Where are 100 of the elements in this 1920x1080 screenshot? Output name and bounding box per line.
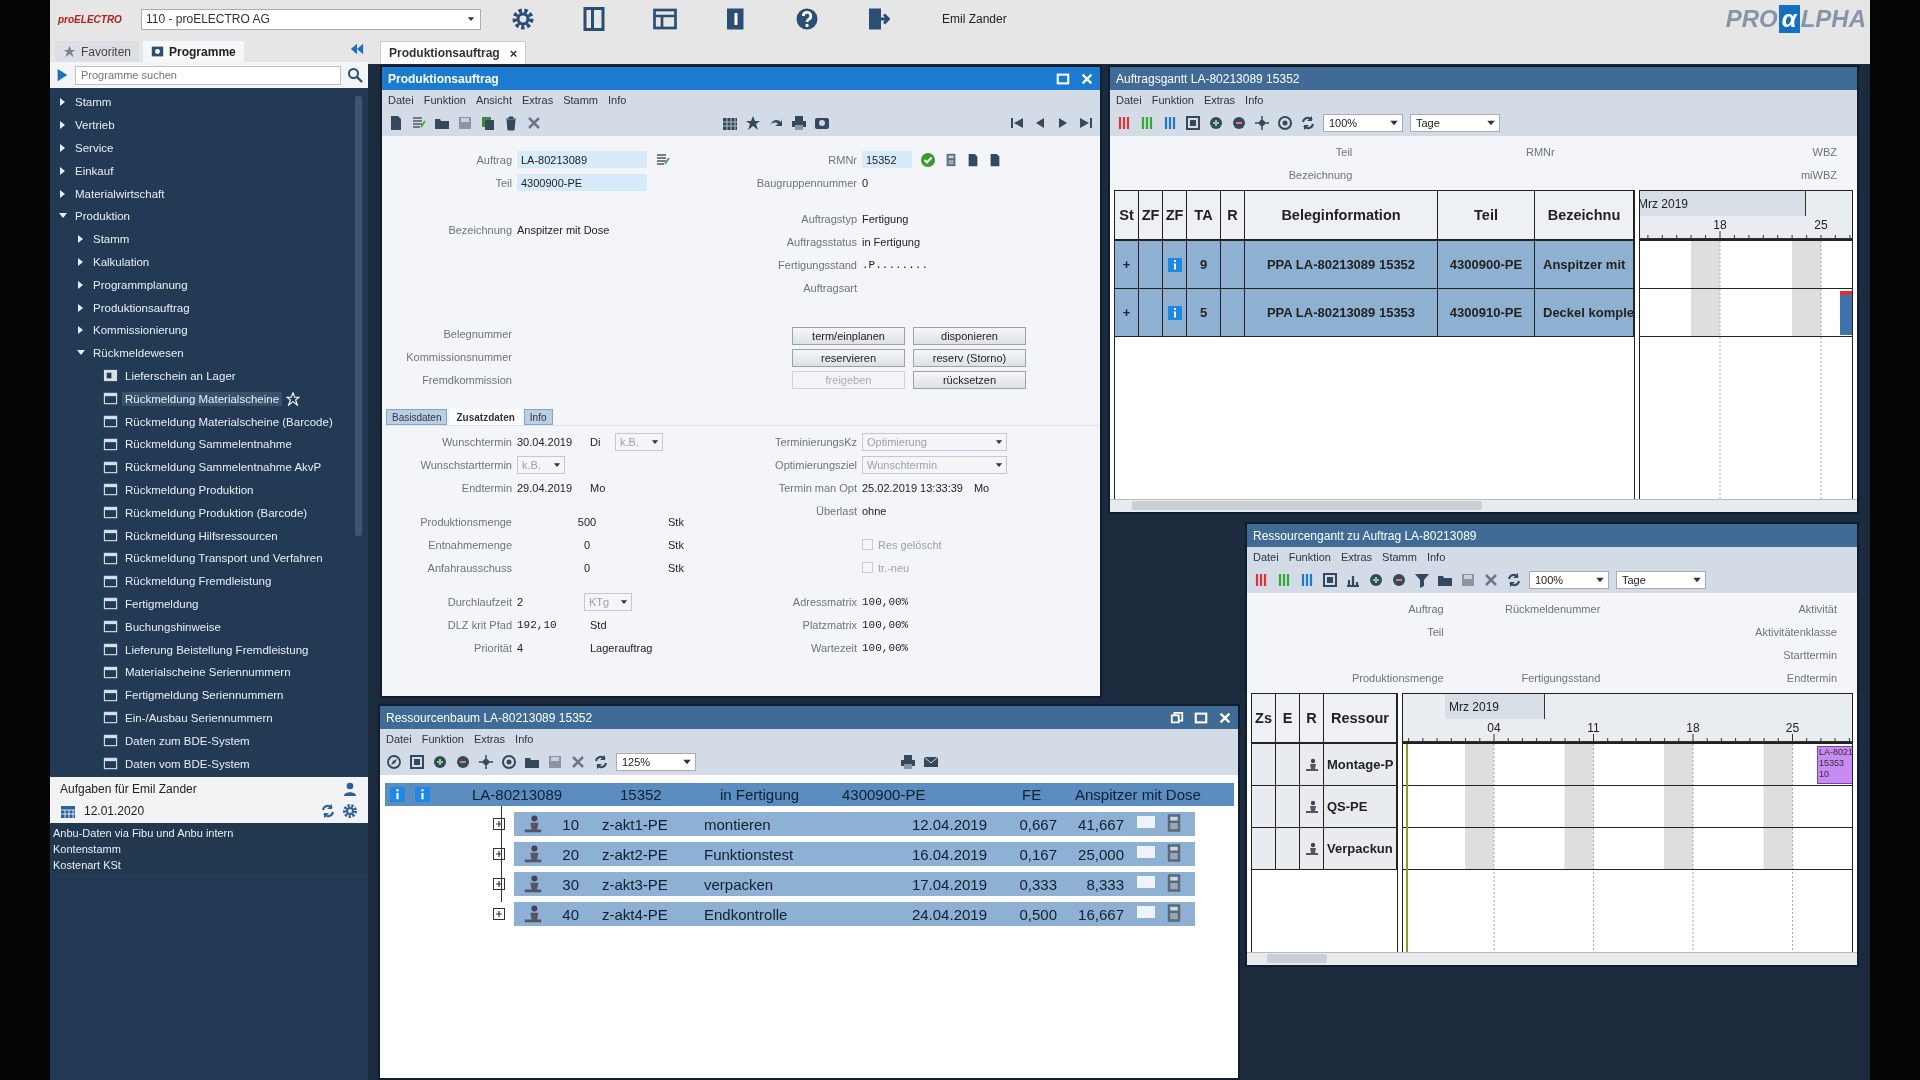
column-header[interactable]: Zs [1252, 694, 1276, 744]
tree-item[interactable]: Service [72, 141, 117, 155]
cancel-icon[interactable] [570, 753, 586, 770]
tree-item[interactable]: Rückmeldung Materialscheine (Barcode) [122, 414, 336, 429]
maximize-icon[interactable] [1056, 71, 1070, 86]
tree-item[interactable]: Rückmeldung Sammelentnahme AkvP [122, 460, 325, 475]
settings-icon[interactable] [511, 7, 535, 31]
action-button[interactable]: reserv (Storno) [913, 349, 1026, 367]
tree-item[interactable]: Daten vom BDE-System [122, 756, 253, 771]
tree-item[interactable]: Stamm [90, 232, 133, 247]
tree-item[interactable]: Programmplanung [90, 277, 191, 292]
company-dropdown[interactable]: 110 - proELECTRO AG [141, 8, 481, 30]
column-header[interactable]: E [1276, 694, 1300, 744]
tree-item[interactable]: Kalkulation [90, 254, 153, 269]
menu-item[interactable]: Datei [388, 93, 414, 106]
input-field[interactable]: 4300900-PE [517, 174, 647, 191]
sidebar-tab[interactable]: Favoriten [55, 41, 140, 62]
tree-row[interactable]: 30 z-akt3-PE verpacken 17.04.2019 0,333 8,333 [514, 872, 1195, 896]
menu-item[interactable]: Extras [521, 93, 554, 106]
tree-item[interactable]: Rückmeldung Transport und Verfahren [122, 551, 326, 566]
tree-item[interactable]: Stamm [72, 95, 115, 110]
print-icon[interactable] [790, 114, 807, 131]
expand-toggle[interactable] [492, 847, 506, 861]
zoom-dropdown[interactable]: 125% [616, 752, 696, 771]
delete-icon[interactable] [503, 114, 519, 131]
bars-icon[interactable] [1253, 571, 1269, 588]
close-tab-icon[interactable]: × [509, 45, 518, 61]
zoom-in-icon[interactable] [1368, 571, 1384, 588]
navigate-icon[interactable] [386, 753, 402, 770]
column-header[interactable]: R [1221, 191, 1245, 241]
close-icon[interactable] [1218, 710, 1232, 725]
menu-item[interactable]: Extras [1340, 550, 1373, 563]
close-icon[interactable] [1080, 71, 1094, 86]
scrollbar[interactable] [1247, 952, 1857, 965]
list-edit-icon[interactable] [411, 114, 427, 131]
maximize-icon[interactable] [1194, 710, 1208, 725]
search-field[interactable]: Programme suchen [75, 65, 341, 85]
tree-item[interactable]: Buchungshinweise [122, 619, 224, 634]
expand-icon[interactable] [478, 753, 494, 770]
menu-item[interactable]: Datei [386, 732, 412, 745]
tab[interactable]: Zusatzdaten [450, 409, 521, 425]
list-edit-icon[interactable] [655, 151, 671, 168]
tab[interactable]: Basisdaten [386, 409, 448, 425]
collapse-icon[interactable] [1277, 114, 1293, 131]
info-icon[interactable] [414, 786, 431, 803]
expand-toggle[interactable] [492, 817, 506, 831]
bars-icon[interactable] [1299, 571, 1315, 588]
cancel-icon[interactable] [1483, 571, 1499, 588]
scale-dropdown[interactable]: Tage [1410, 113, 1500, 132]
cancel-icon[interactable] [526, 114, 542, 131]
zoom-out-icon[interactable] [1391, 571, 1407, 588]
action-button[interactable]: term/einplanen [792, 327, 905, 345]
menu-item[interactable]: Funktion [1151, 93, 1194, 106]
new-document-icon[interactable] [388, 114, 404, 131]
copy-icon[interactable] [480, 114, 496, 131]
run-icon[interactable] [55, 68, 69, 82]
tree-item[interactable]: Rückmeldung Produktion [122, 482, 257, 497]
help-icon[interactable] [795, 7, 819, 31]
refresh-icon[interactable] [320, 802, 336, 819]
tree-item[interactable]: Rückmeldung Fremdleistung [122, 574, 275, 589]
menu-item[interactable]: Datei [1116, 93, 1142, 106]
sidebar-tab[interactable]: Programme [143, 41, 244, 62]
tree-item[interactable]: Ein-/Ausbau Seriennummern [122, 710, 276, 725]
expand-toggle[interactable] [492, 877, 506, 891]
scale-dropdown[interactable]: Tage [1616, 570, 1706, 589]
menu-item[interactable]: Stamm [563, 93, 598, 106]
refresh-icon[interactable] [1506, 571, 1522, 588]
scrollbar[interactable] [1110, 499, 1857, 512]
menu-item[interactable]: Extras [473, 732, 506, 745]
restore-icon[interactable] [1170, 710, 1184, 725]
column-header[interactable]: R [1300, 694, 1324, 744]
tree-item[interactable]: Lieferung Beistellung Fremdleistung [122, 642, 312, 657]
tree-item[interactable]: Produktionsauftrag [90, 300, 193, 315]
check-icon[interactable] [920, 151, 936, 168]
tree-item[interactable]: Fertigmeldung [122, 596, 202, 611]
column-header[interactable]: Beleginformation [1245, 191, 1438, 241]
input-field[interactable]: 15352 [862, 151, 912, 168]
zoom-dropdown[interactable]: 100% [1323, 113, 1403, 132]
bars-icon[interactable] [1162, 114, 1178, 131]
tree-item[interactable]: Lieferschein an Lager [122, 368, 239, 383]
info-icon[interactable] [1166, 304, 1183, 321]
tree-row[interactable]: LA-80213089 15352 in Fertigung 4300900-PE FE Anspitzer mit Dose [385, 783, 1234, 806]
column-header[interactable]: St [1115, 191, 1139, 241]
tree-item[interactable]: Materialwirtschaft [72, 186, 168, 201]
menu-item[interactable]: Ansicht [475, 93, 512, 106]
filter-icon[interactable] [1414, 571, 1430, 588]
action-button[interactable]: disponieren [913, 327, 1026, 345]
expand-toggle[interactable] [492, 907, 506, 921]
zoom-out-icon[interactable] [455, 753, 471, 770]
tree-item[interactable]: Vertrieb [72, 118, 118, 133]
task-item[interactable]: Anbu-Daten via Fibu und Anbu intern [53, 826, 365, 839]
tree-item[interactable]: Materialscheine Seriennummern [122, 665, 294, 680]
collapse-icon[interactable] [501, 753, 517, 770]
tree-item[interactable]: Rückmeldung Produktion (Barcode) [122, 505, 311, 520]
menu-item[interactable]: Info [608, 93, 627, 106]
menu-item[interactable]: Extras [1203, 93, 1236, 106]
expand-icon[interactable] [1254, 114, 1270, 131]
menu-item[interactable]: Funktion [421, 732, 464, 745]
column-header[interactable]: ZF [1163, 191, 1187, 241]
input-field[interactable]: LA-80213089 [517, 151, 647, 168]
